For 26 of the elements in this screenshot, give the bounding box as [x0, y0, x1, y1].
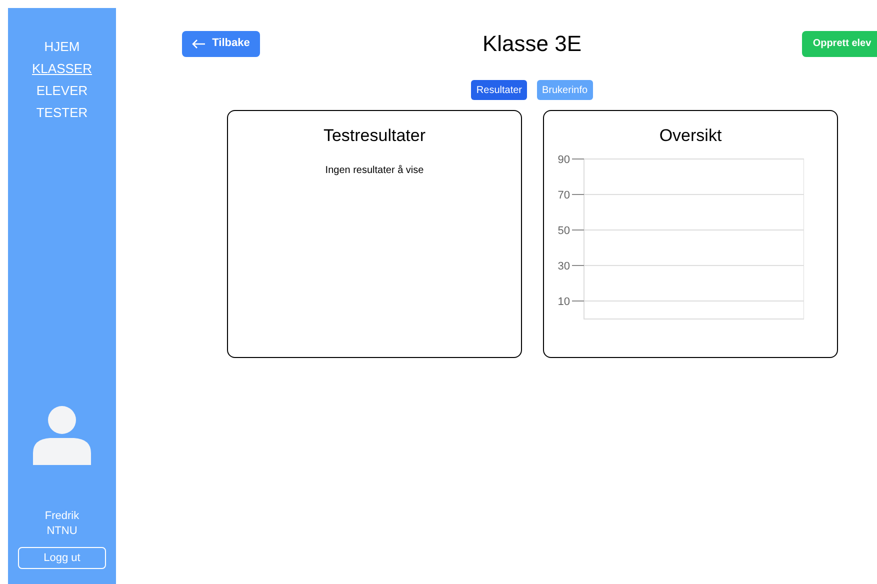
axis-label: 90 — [558, 154, 570, 166]
nav-link[interactable]: KLASSER — [32, 60, 92, 78]
axis-label: 30 — [558, 260, 570, 272]
tab[interactable]: Brukerinfo — [537, 80, 593, 100]
arrow-left-icon — [192, 38, 206, 48]
page-title: Klasse 3E — [482, 30, 582, 58]
create-button[interactable]: Opprett elev — [802, 30, 877, 56]
tick-mark — [572, 264, 584, 266]
tick-mark — [572, 229, 584, 230]
tab[interactable]: Resultater — [471, 80, 527, 100]
tick-mark — [572, 300, 584, 301]
axis-label: 50 — [558, 224, 570, 236]
user-org: NTNU — [46, 524, 78, 539]
user-name: Fredrik — [44, 509, 80, 524]
card-title: Testresultater — [323, 125, 426, 147]
nav-link[interactable]: HJEM — [44, 38, 80, 56]
avatar-icon — [32, 405, 92, 465]
card-title: Oversikt — [659, 125, 722, 147]
tick-mark — [572, 158, 584, 159]
nav-link[interactable]: ELEVER — [36, 82, 88, 100]
nav-link[interactable]: TESTER — [36, 104, 88, 122]
back-button[interactable]: Tilbake — [182, 30, 260, 56]
empty-message: Ingen resultater å vise — [325, 164, 424, 178]
axis-label: 10 — [558, 296, 570, 308]
axis-label: 70 — [558, 189, 570, 201]
logout-button[interactable]: Logg ut — [18, 547, 106, 569]
